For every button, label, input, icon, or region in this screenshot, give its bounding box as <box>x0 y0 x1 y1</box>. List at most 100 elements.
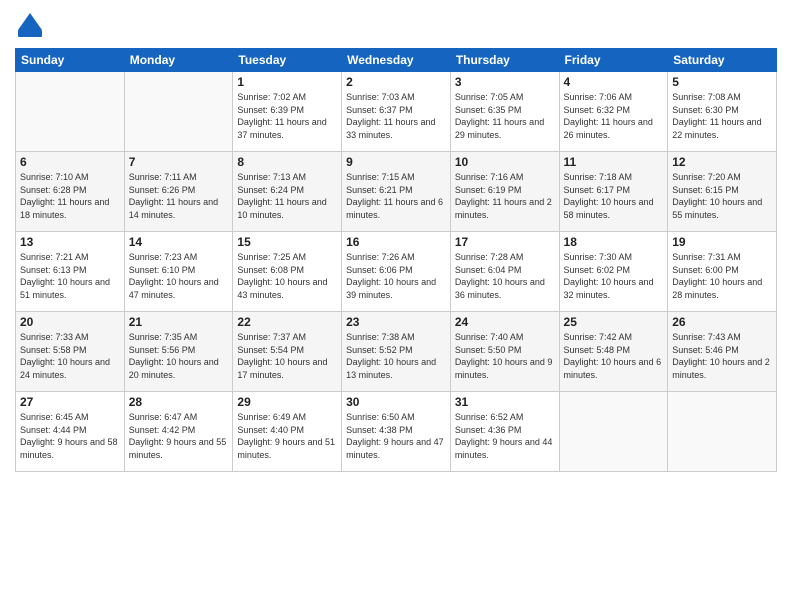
weekday-header-row: SundayMondayTuesdayWednesdayThursdayFrid… <box>16 49 777 72</box>
day-number: 23 <box>346 315 446 329</box>
day-number: 27 <box>20 395 120 409</box>
calendar-cell: 1 Sunrise: 7:02 AM Sunset: 6:39 PM Daylig… <box>233 72 342 152</box>
day-number: 6 <box>20 155 120 169</box>
calendar-cell <box>559 392 668 472</box>
weekday-header: Saturday <box>668 49 777 72</box>
calendar-cell: 20 Sunrise: 7:33 AM Sunset: 5:58 PM Dayli… <box>16 312 125 392</box>
day-number: 29 <box>237 395 337 409</box>
calendar-cell: 29 Sunrise: 6:49 AM Sunset: 4:40 PM Dayli… <box>233 392 342 472</box>
day-number: 13 <box>20 235 120 249</box>
calendar-cell: 31Sunrise: 6:52 AM Sunset: 4:36 PM Dayli… <box>450 392 559 472</box>
day-info: Sunrise: 7:11 AM Sunset: 6:26 PM Dayligh… <box>129 171 229 221</box>
day-info: Sunrise: 7:25 AM Sunset: 6:08 PM Dayligh… <box>237 251 337 301</box>
day-number: 15 <box>237 235 337 249</box>
day-number: 7 <box>129 155 229 169</box>
weekday-header: Monday <box>124 49 233 72</box>
day-info: Sunrise: 7:40 AM Sunset: 5:50 PM Dayligh… <box>455 331 555 381</box>
day-info: Sunrise: 7:15 AM Sunset: 6:21 PM Dayligh… <box>346 171 446 221</box>
day-number: 18 <box>564 235 664 249</box>
logo <box>15 10 48 40</box>
calendar-cell: 2 Sunrise: 7:03 AM Sunset: 6:37 PM Daylig… <box>342 72 451 152</box>
day-info: Sunrise: 7:13 AM Sunset: 6:24 PM Dayligh… <box>237 171 337 221</box>
calendar-cell: 3Sunrise: 7:05 AM Sunset: 6:35 PM Daylig… <box>450 72 559 152</box>
calendar-cell <box>668 392 777 472</box>
day-info: Sunrise: 7:42 AM Sunset: 5:48 PM Dayligh… <box>564 331 664 381</box>
day-info: Sunrise: 7:23 AM Sunset: 6:10 PM Dayligh… <box>129 251 229 301</box>
day-info: Sunrise: 7:03 AM Sunset: 6:37 PM Dayligh… <box>346 91 446 141</box>
day-info: Sunrise: 7:37 AM Sunset: 5:54 PM Dayligh… <box>237 331 337 381</box>
calendar-week-row: 13 Sunrise: 7:21 AM Sunset: 6:13 PM Dayli… <box>16 232 777 312</box>
day-number: 20 <box>20 315 120 329</box>
day-info: Sunrise: 7:08 AM Sunset: 6:30 PM Dayligh… <box>672 91 772 141</box>
day-info: Sunrise: 6:49 AM Sunset: 4:40 PM Dayligh… <box>237 411 337 461</box>
day-number: 12 <box>672 155 772 169</box>
day-number: 21 <box>129 315 229 329</box>
day-number: 25 <box>564 315 664 329</box>
weekday-header: Wednesday <box>342 49 451 72</box>
day-info: Sunrise: 6:50 AM Sunset: 4:38 PM Dayligh… <box>346 411 446 461</box>
day-info: Sunrise: 7:18 AM Sunset: 6:17 PM Dayligh… <box>564 171 664 221</box>
weekday-header: Sunday <box>16 49 125 72</box>
day-number: 10 <box>455 155 555 169</box>
day-number: 30 <box>346 395 446 409</box>
day-number: 28 <box>129 395 229 409</box>
day-info: Sunrise: 7:28 AM Sunset: 6:04 PM Dayligh… <box>455 251 555 301</box>
calendar-cell: 18 Sunrise: 7:30 AM Sunset: 6:02 PM Dayli… <box>559 232 668 312</box>
calendar-week-row: 27 Sunrise: 6:45 AM Sunset: 4:44 PM Dayli… <box>16 392 777 472</box>
calendar-cell: 27 Sunrise: 6:45 AM Sunset: 4:44 PM Dayli… <box>16 392 125 472</box>
calendar-week-row: 20 Sunrise: 7:33 AM Sunset: 5:58 PM Dayli… <box>16 312 777 392</box>
day-info: Sunrise: 7:10 AM Sunset: 6:28 PM Dayligh… <box>20 171 120 221</box>
day-number: 19 <box>672 235 772 249</box>
day-number: 8 <box>237 155 337 169</box>
calendar-cell: 17 Sunrise: 7:28 AM Sunset: 6:04 PM Dayli… <box>450 232 559 312</box>
day-info: Sunrise: 7:30 AM Sunset: 6:02 PM Dayligh… <box>564 251 664 301</box>
calendar-page: SundayMondayTuesdayWednesdayThursdayFrid… <box>0 0 792 612</box>
day-info: Sunrise: 7:21 AM Sunset: 6:13 PM Dayligh… <box>20 251 120 301</box>
day-number: 1 <box>237 75 337 89</box>
calendar-cell: 16 Sunrise: 7:26 AM Sunset: 6:06 PM Dayli… <box>342 232 451 312</box>
weekday-header: Friday <box>559 49 668 72</box>
day-info: Sunrise: 7:06 AM Sunset: 6:32 PM Dayligh… <box>564 91 664 141</box>
day-number: 5 <box>672 75 772 89</box>
day-number: 31 <box>455 395 555 409</box>
day-info: Sunrise: 6:45 AM Sunset: 4:44 PM Dayligh… <box>20 411 120 461</box>
calendar-cell: 15 Sunrise: 7:25 AM Sunset: 6:08 PM Dayli… <box>233 232 342 312</box>
calendar-cell: 28 Sunrise: 6:47 AM Sunset: 4:42 PM Dayli… <box>124 392 233 472</box>
weekday-header: Tuesday <box>233 49 342 72</box>
weekday-header: Thursday <box>450 49 559 72</box>
day-number: 11 <box>564 155 664 169</box>
calendar-cell: 7 Sunrise: 7:11 AM Sunset: 6:26 PM Daylig… <box>124 152 233 232</box>
calendar-cell: 13 Sunrise: 7:21 AM Sunset: 6:13 PM Dayli… <box>16 232 125 312</box>
calendar-cell <box>16 72 125 152</box>
day-info: Sunrise: 7:31 AM Sunset: 6:00 PM Dayligh… <box>672 251 772 301</box>
day-number: 26 <box>672 315 772 329</box>
calendar-table: SundayMondayTuesdayWednesdayThursdayFrid… <box>15 48 777 472</box>
calendar-cell: 14 Sunrise: 7:23 AM Sunset: 6:10 PM Dayli… <box>124 232 233 312</box>
calendar-cell: 12Sunrise: 7:20 AM Sunset: 6:15 PM Dayli… <box>668 152 777 232</box>
day-number: 17 <box>455 235 555 249</box>
calendar-cell <box>124 72 233 152</box>
day-number: 22 <box>237 315 337 329</box>
calendar-cell: 6 Sunrise: 7:10 AM Sunset: 6:28 PM Daylig… <box>16 152 125 232</box>
calendar-cell: 9 Sunrise: 7:15 AM Sunset: 6:21 PM Daylig… <box>342 152 451 232</box>
calendar-cell: 8 Sunrise: 7:13 AM Sunset: 6:24 PM Daylig… <box>233 152 342 232</box>
day-info: Sunrise: 7:02 AM Sunset: 6:39 PM Dayligh… <box>237 91 337 141</box>
day-number: 9 <box>346 155 446 169</box>
day-info: Sunrise: 7:33 AM Sunset: 5:58 PM Dayligh… <box>20 331 120 381</box>
calendar-cell: 5 Sunrise: 7:08 AM Sunset: 6:30 PM Daylig… <box>668 72 777 152</box>
day-info: Sunrise: 6:47 AM Sunset: 4:42 PM Dayligh… <box>129 411 229 461</box>
calendar-cell: 26 Sunrise: 7:43 AM Sunset: 5:46 PM Dayli… <box>668 312 777 392</box>
day-info: Sunrise: 7:26 AM Sunset: 6:06 PM Dayligh… <box>346 251 446 301</box>
day-info: Sunrise: 7:43 AM Sunset: 5:46 PM Dayligh… <box>672 331 772 381</box>
day-number: 14 <box>129 235 229 249</box>
day-number: 2 <box>346 75 446 89</box>
calendar-cell: 22 Sunrise: 7:37 AM Sunset: 5:54 PM Dayli… <box>233 312 342 392</box>
day-info: Sunrise: 7:35 AM Sunset: 5:56 PM Dayligh… <box>129 331 229 381</box>
day-number: 16 <box>346 235 446 249</box>
day-number: 3 <box>455 75 555 89</box>
day-info: Sunrise: 7:38 AM Sunset: 5:52 PM Dayligh… <box>346 331 446 381</box>
calendar-week-row: 1 Sunrise: 7:02 AM Sunset: 6:39 PM Daylig… <box>16 72 777 152</box>
calendar-cell: 25 Sunrise: 7:42 AM Sunset: 5:48 PM Dayli… <box>559 312 668 392</box>
calendar-cell: 10 Sunrise: 7:16 AM Sunset: 6:19 PM Dayli… <box>450 152 559 232</box>
day-info: Sunrise: 7:16 AM Sunset: 6:19 PM Dayligh… <box>455 171 555 221</box>
